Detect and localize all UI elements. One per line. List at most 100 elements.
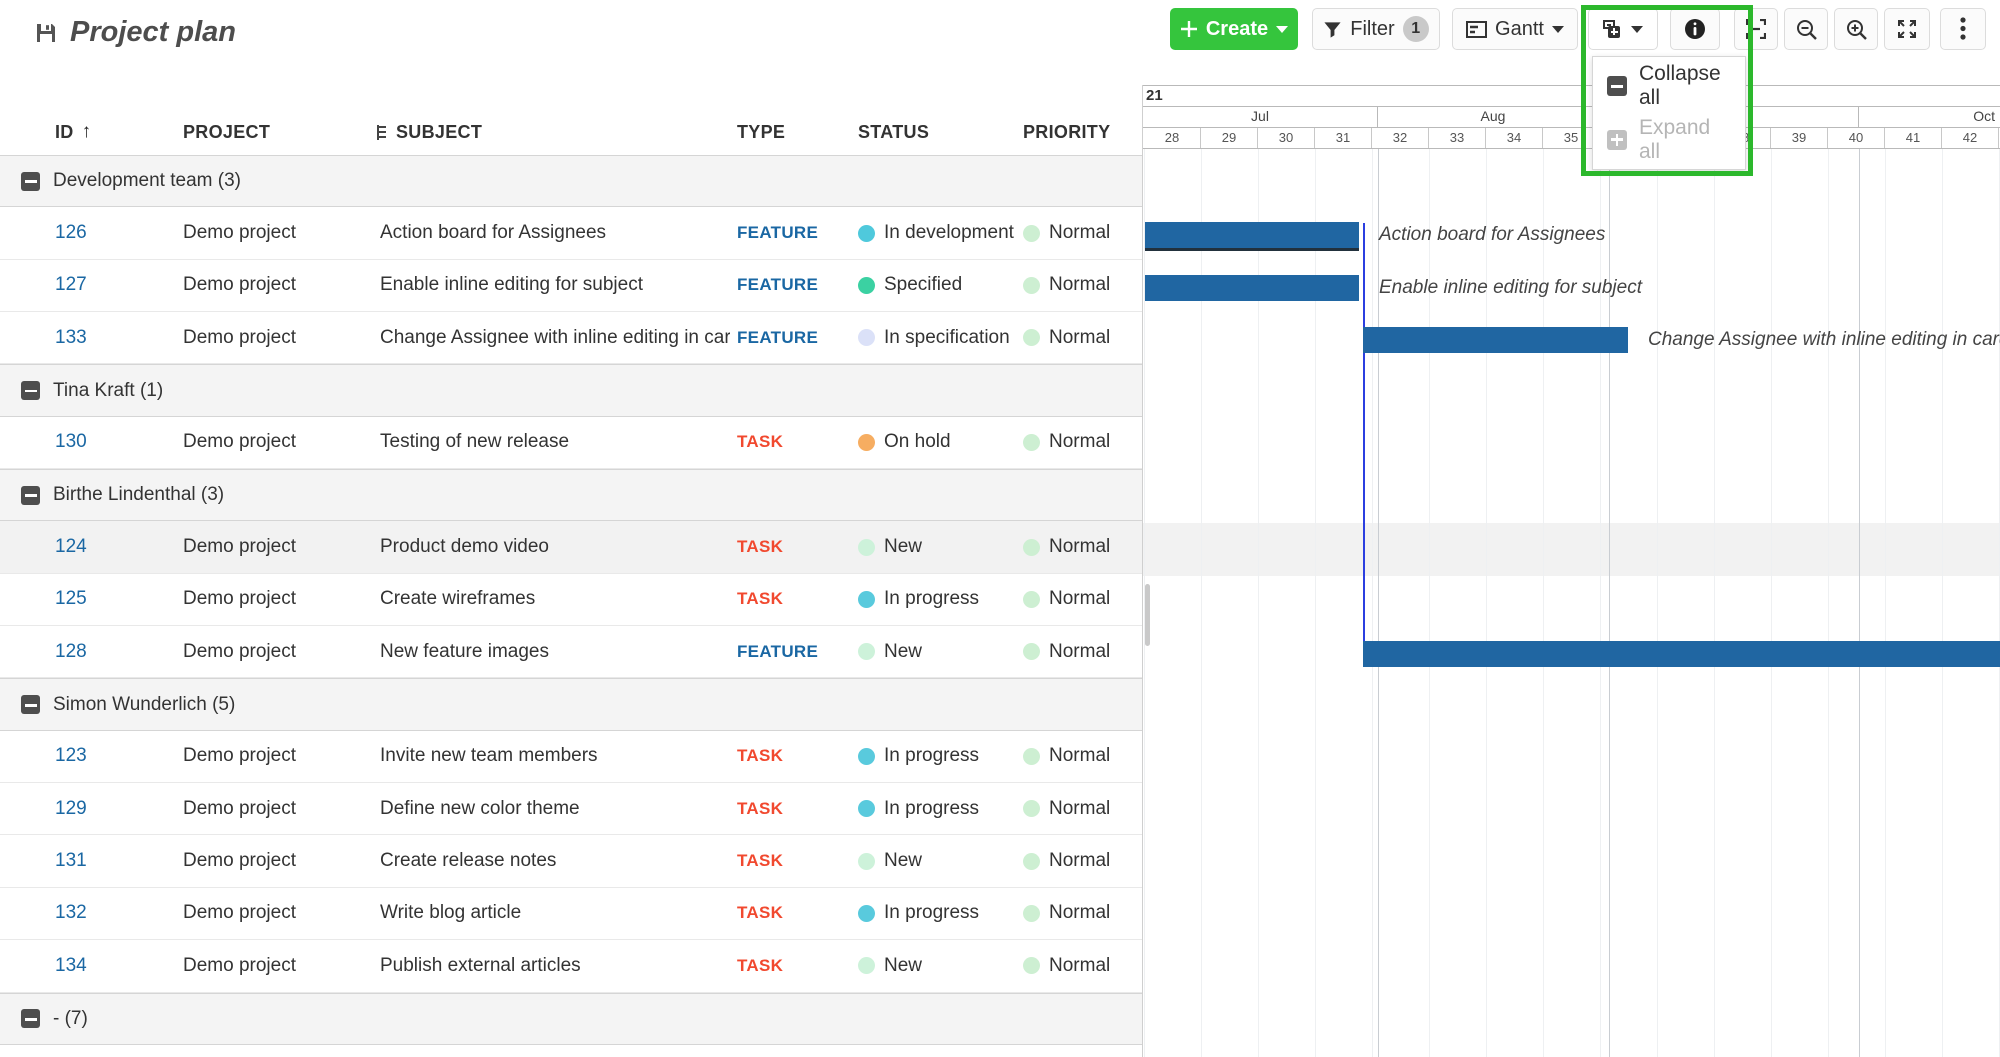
work-package-id-link[interactable]: 128 <box>55 641 87 662</box>
table-row[interactable]: 133Demo projectChange Assignee with inli… <box>0 312 1142 364</box>
table-row[interactable]: 130Demo projectTesting of new releaseTAS… <box>0 417 1142 469</box>
create-button-label: Create <box>1206 18 1268 41</box>
work-package-id-link[interactable]: 125 <box>55 588 87 609</box>
zoom-in-icon <box>1846 19 1867 40</box>
subject-cell: Write blog article <box>360 902 730 924</box>
group-row[interactable]: Development team (3) <box>0 155 1142 207</box>
column-header-type[interactable]: TYPE <box>730 122 850 143</box>
work-package-id-link[interactable]: 134 <box>55 955 87 976</box>
type-cell: TASK <box>730 799 850 819</box>
status-dot <box>858 643 875 660</box>
priority-cell: Normal <box>1015 588 1142 610</box>
type-cell: TASK <box>730 956 850 976</box>
gantt-bar[interactable] <box>1363 327 1628 353</box>
work-package-id-link[interactable]: 126 <box>55 222 87 243</box>
subject-cell: Create wireframes <box>360 588 730 610</box>
timeline-month-cell: Oct <box>1859 107 2000 127</box>
info-button[interactable] <box>1670 8 1720 50</box>
table-row[interactable]: 132Demo projectWrite blog articleTASKIn … <box>0 888 1142 940</box>
week-gridline <box>1885 149 1886 1057</box>
table-row[interactable]: 124Demo projectProduct demo videoTASKNew… <box>0 521 1142 573</box>
zoom-to-fit-button[interactable] <box>1734 8 1778 50</box>
table-row[interactable]: 134Demo projectPublish external articles… <box>0 940 1142 992</box>
relation-line <box>1363 223 1365 653</box>
collapse-group-icon[interactable] <box>21 381 40 400</box>
project-cell: Demo project <box>160 431 360 453</box>
timeline-week-cell: 40 <box>1828 128 1885 148</box>
column-header-subject[interactable]: SUBJECT <box>360 122 730 143</box>
subject-cell: Define new color theme <box>360 798 730 820</box>
group-row[interactable]: - (7) <box>0 993 1142 1045</box>
table-row[interactable]: 126Demo projectAction board for Assignee… <box>0 207 1142 259</box>
zoom-in-button[interactable] <box>1834 8 1878 50</box>
expand-square-icon <box>1607 130 1627 150</box>
priority-cell: Normal <box>1015 274 1142 296</box>
timeline-week-cell: 28 <box>1144 128 1201 148</box>
menu-item-collapse-all[interactable]: Collapse all <box>1607 62 1731 110</box>
table-row[interactable]: 131Demo projectCreate release notesTASKN… <box>0 835 1142 887</box>
collapse-expand-menu: Collapse allExpand all <box>1592 56 1746 170</box>
status-cell: New <box>850 536 1015 558</box>
work-package-id-link[interactable]: 131 <box>55 850 87 871</box>
collapse-group-icon[interactable] <box>21 172 40 191</box>
work-package-id-link[interactable]: 129 <box>55 798 87 819</box>
gantt-bar[interactable] <box>1145 222 1359 251</box>
gantt-bar[interactable] <box>1363 641 2000 667</box>
table-row[interactable]: 127 Demo projectEnable inline editing for… <box>0 260 1142 312</box>
status-cell: In progress <box>850 902 1015 924</box>
week-gridline <box>1771 149 1772 1057</box>
gantt-chart: 21 JulAugSepOct 282930313233343536373839… <box>1142 85 2000 1057</box>
gantt-bar-label: Action board for Assignees <box>1379 222 1605 248</box>
filter-funnel-icon <box>1323 20 1342 39</box>
group-label: Tina Kraft (1) <box>53 380 163 402</box>
timeline-month-row: JulAugSepOct <box>1143 107 2000 128</box>
table-row[interactable]: 123Demo projectInvite new team membersTA… <box>0 731 1142 783</box>
type-cell: TASK <box>730 903 850 923</box>
priority-dot <box>1023 329 1040 346</box>
week-gridline <box>1657 149 1658 1057</box>
status-cell: Specified <box>850 274 1015 296</box>
status-dot <box>858 853 875 870</box>
priority-dot <box>1023 643 1040 660</box>
group-row[interactable]: Birthe Lindenthal (3) <box>0 469 1142 521</box>
more-options-button[interactable] <box>1940 8 1986 50</box>
group-row[interactable]: Tina Kraft (1) <box>0 364 1142 416</box>
gantt-view-button[interactable]: Gantt <box>1452 8 1578 50</box>
priority-dot <box>1023 591 1040 608</box>
fullscreen-button[interactable] <box>1884 8 1930 50</box>
table-row[interactable]: 125Demo projectCreate wireframesTASKIn p… <box>0 574 1142 626</box>
create-button[interactable]: Create <box>1170 8 1298 50</box>
column-header-project[interactable]: PROJECT <box>160 122 360 143</box>
gantt-bar[interactable] <box>1145 275 1359 301</box>
table-row[interactable]: 129Demo projectDefine new color themeTAS… <box>0 783 1142 835</box>
work-package-id-link[interactable]: 127 <box>55 274 87 295</box>
group-label: - (7) <box>53 1008 88 1030</box>
subject-cell: Enable inline editing for subject <box>360 274 730 296</box>
column-header-status[interactable]: STATUS <box>850 122 1015 143</box>
group-row[interactable]: Simon Wunderlich (5) <box>0 678 1142 730</box>
column-header-priority[interactable]: PRIORITY <box>1015 122 1142 143</box>
zoom-out-icon <box>1796 19 1817 40</box>
status-dot <box>858 434 875 451</box>
project-cell: Demo project <box>160 955 360 977</box>
collapse-group-icon[interactable] <box>21 695 40 714</box>
work-package-id-link[interactable]: 130 <box>55 431 87 452</box>
work-package-id-link[interactable]: 123 <box>55 745 87 766</box>
column-header-id[interactable]: ID ↑ <box>0 121 160 143</box>
work-package-id-link[interactable]: 132 <box>55 902 87 923</box>
timeline-week-cell: 30 <box>1258 128 1315 148</box>
collapse-group-icon[interactable] <box>21 486 40 505</box>
work-package-table: Development team (3) 126Demo projectActio… <box>0 155 1142 1045</box>
work-package-id-link[interactable]: 124 <box>55 536 87 557</box>
status-dot <box>858 957 875 974</box>
gantt-vertical-scrollbar[interactable] <box>1145 584 1150 646</box>
group-label: Development team (3) <box>53 170 241 192</box>
zoom-out-button[interactable] <box>1784 8 1828 50</box>
project-cell: Demo project <box>160 274 360 296</box>
work-package-id-link[interactable]: 133 <box>55 327 87 348</box>
subject-cell: Testing of new release <box>360 431 730 453</box>
collapse-group-icon[interactable] <box>21 1009 40 1028</box>
collapse-expand-dropdown-button[interactable] <box>1588 8 1658 50</box>
filter-button[interactable]: Filter 1 <box>1312 8 1440 50</box>
table-row[interactable]: 128Demo projectNew feature imagesFEATURE… <box>0 626 1142 678</box>
